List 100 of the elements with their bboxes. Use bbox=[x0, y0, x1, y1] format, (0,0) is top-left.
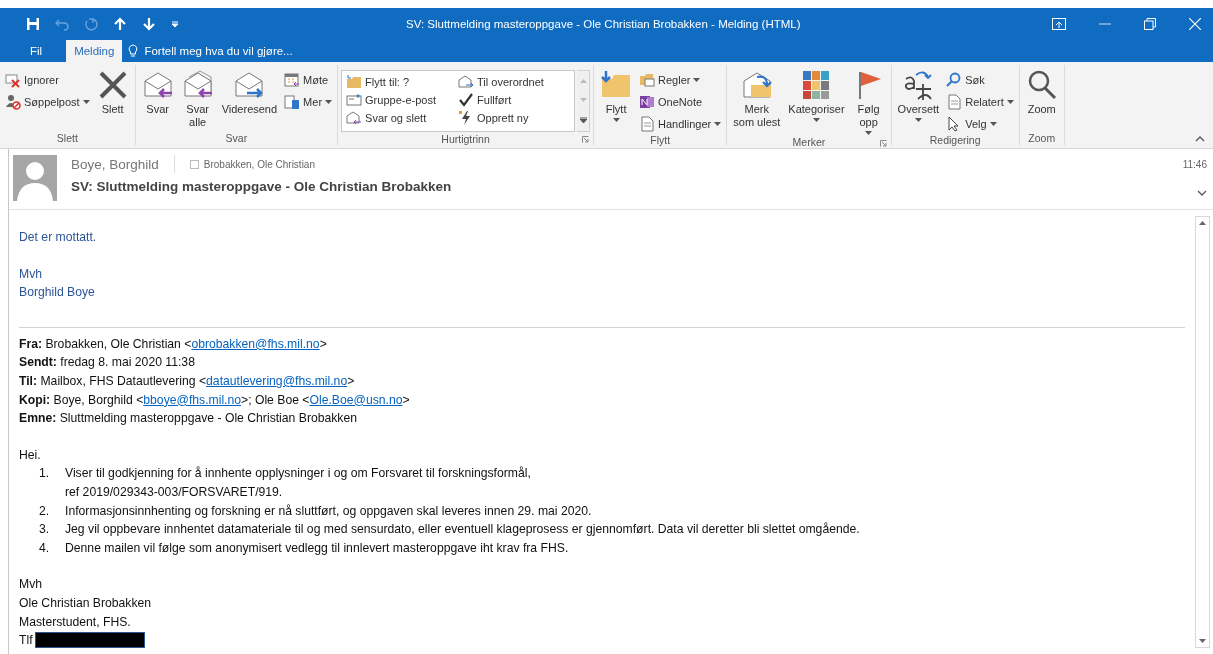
gallery-scrollbar[interactable] bbox=[577, 70, 591, 132]
folder-icon bbox=[346, 74, 363, 90]
list-item-text: Denne mailen vil følge som anonymisert vedlegg til innlevert masteroppgave iht krav fra FHS. bbox=[65, 539, 569, 557]
envelope-arrow-icon bbox=[458, 74, 475, 90]
ribbon-button[interactable]: Velg bbox=[944, 114, 1016, 134]
ribbon-button[interactable]: Svar bbox=[138, 68, 177, 131]
ribbon-button[interactable]: Søppelpost bbox=[3, 92, 92, 112]
tell-me-field[interactable]: Fortell meg hva du vil gjøre... bbox=[142, 44, 347, 58]
close-icon[interactable] bbox=[1189, 18, 1201, 30]
document-icon bbox=[946, 94, 963, 110]
caret-icon bbox=[612, 118, 620, 122]
group-label: Flytt bbox=[650, 134, 671, 146]
header-line: Til: Mailbox, FHS Datautlevering <datautlevering@fhs.mil.no> bbox=[19, 372, 356, 390]
caret-icon bbox=[914, 118, 922, 122]
caret-icon bbox=[1006, 100, 1014, 104]
ribbon-button[interactable]: Slett bbox=[93, 68, 132, 131]
email-link[interactable]: datautlevering@fhs.mil.no bbox=[206, 373, 348, 388]
signature-line: Mvh bbox=[19, 576, 44, 594]
envelope-icon bbox=[346, 110, 363, 126]
calendar-icon bbox=[284, 72, 301, 88]
quick-step-item[interactable]: Svar og slett bbox=[346, 109, 459, 127]
more-icon[interactable] bbox=[579, 117, 587, 124]
ribbon-tab[interactable]: Melding bbox=[66, 40, 123, 62]
list-item-text: Informasjonsinnhenting og forskning er nå sluttført, og oppgaven skal leveres innen 29. mai 2020. bbox=[65, 502, 592, 520]
search-icon bbox=[946, 72, 963, 88]
signature-line: Masterstudent, FHS. bbox=[19, 613, 132, 631]
ribbon-button[interactable]: Møte bbox=[282, 70, 335, 90]
message-subject: SV: Sluttmelding masteroppgave - Ole Christian Brobakken bbox=[71, 179, 453, 194]
checkbox-icon bbox=[189, 159, 199, 169]
caret-icon bbox=[693, 78, 701, 82]
expand-icon[interactable] bbox=[1197, 190, 1207, 196]
group-label: Zoom bbox=[1028, 132, 1056, 144]
check-icon bbox=[458, 92, 475, 108]
email-link[interactable]: obrobakken@fhs.mil.no bbox=[191, 336, 320, 351]
group-label: Hurtigtrinn bbox=[441, 132, 490, 145]
caret-icon bbox=[82, 100, 90, 104]
ribbon-button[interactable]: Regler bbox=[637, 70, 724, 90]
device-icon bbox=[284, 94, 301, 110]
ribbon-button[interactable]: Svar alle bbox=[178, 68, 217, 131]
sender-name: Boye, Borghild bbox=[71, 156, 159, 172]
greeting-text: Hei. bbox=[19, 446, 42, 464]
person-ban-icon bbox=[5, 94, 21, 110]
group-label: Slett bbox=[56, 132, 78, 144]
quick-step-item[interactable]: Gruppe-e-post bbox=[346, 91, 459, 109]
reply-text-line: Mvh bbox=[19, 265, 44, 283]
header-line: Fra: Brobakken, Ole Christian <obrobakken@fhs.mil.no> bbox=[19, 335, 328, 353]
window-title: SV: Sluttmelding masteroppgave - Ole Christian Brobakken - Melding (HTML) bbox=[406, 18, 802, 30]
ribbon-button[interactable]: Ignorer bbox=[3, 70, 92, 90]
ribbon-button[interactable]: Søk bbox=[944, 70, 1016, 90]
signature-line: Ole Christian Brobakken bbox=[19, 594, 153, 612]
scrollbar[interactable] bbox=[1195, 216, 1210, 648]
scroll-up-icon[interactable] bbox=[1199, 221, 1206, 225]
caret-icon bbox=[812, 118, 820, 122]
arrow-up-icon[interactable] bbox=[113, 17, 127, 31]
group-label: Svar bbox=[225, 132, 248, 144]
translate-icon bbox=[902, 69, 935, 101]
folder-document-icon bbox=[639, 72, 656, 88]
caret-icon bbox=[325, 100, 333, 104]
lightbulb-icon bbox=[128, 44, 139, 58]
ribbon-button[interactable]: Kategoriser bbox=[785, 68, 848, 136]
caret-icon bbox=[989, 122, 997, 126]
ribbon-button[interactable]: Videresend bbox=[218, 68, 281, 131]
dialog-launcher-icon[interactable] bbox=[582, 136, 590, 143]
quick-step-item[interactable]: Til overordnet bbox=[458, 73, 571, 91]
ribbon-button[interactable]: Oversett bbox=[894, 68, 943, 134]
scroll-down-icon[interactable] bbox=[1199, 639, 1206, 643]
caret-icon bbox=[865, 131, 873, 135]
list-number: 2. bbox=[39, 502, 51, 520]
quick-step-item[interactable]: Flytt til: ? bbox=[346, 73, 459, 91]
restore-icon[interactable] bbox=[1144, 18, 1156, 30]
phone-label: Tlf bbox=[19, 632, 33, 650]
dialog-launcher-icon[interactable] bbox=[879, 140, 887, 147]
quick-step-item[interactable]: Opprett ny bbox=[458, 109, 571, 127]
quick-step-item[interactable]: Fullført bbox=[458, 91, 571, 109]
email-link[interactable]: bboye@fhs.mil.no bbox=[143, 392, 242, 407]
header-line: Sendt: fredag 8. mai 2020 11:38 bbox=[19, 354, 196, 372]
ribbon-button[interactable]: Zoom bbox=[1022, 68, 1061, 131]
document-icon bbox=[639, 116, 656, 132]
group-label: Merker bbox=[792, 136, 826, 148]
ribbon-display-icon[interactable] bbox=[1052, 18, 1066, 30]
ribbon-button[interactable]: Handlinger bbox=[637, 114, 724, 134]
reply-text-line: Borghild Boye bbox=[19, 284, 96, 302]
ribbon-button[interactable]: Mer bbox=[282, 92, 335, 112]
header-line: Kopi: Boye, Borghild <bboye@fhs.mil.no>; Ole Boe <Ole.Boe@usn.no> bbox=[19, 391, 411, 409]
avatar-icon bbox=[13, 155, 57, 201]
customize-icon[interactable] bbox=[171, 20, 179, 28]
email-link[interactable]: Ole.Boe@usn.no bbox=[309, 392, 403, 407]
collapse-ribbon-icon[interactable] bbox=[1195, 136, 1205, 142]
list-number: 4. bbox=[39, 539, 51, 557]
ribbon-button[interactable]: Følg opp bbox=[849, 68, 888, 136]
ribbon-button[interactable]: Flytt bbox=[597, 68, 636, 134]
arrow-down-icon[interactable] bbox=[142, 17, 156, 31]
ribbon-button[interactable]: OneNote bbox=[637, 92, 724, 112]
ribbon-button[interactable]: Relatert bbox=[944, 92, 1016, 112]
envelope-cross-icon bbox=[5, 72, 21, 88]
recipient-name: Brobakken, Ole Christian bbox=[203, 158, 315, 170]
ribbon-tab[interactable]: Fil bbox=[14, 40, 59, 62]
caret-icon bbox=[714, 122, 722, 126]
envelope-icon bbox=[346, 92, 363, 108]
ribbon-button[interactable]: Merk som ulest bbox=[730, 68, 784, 136]
